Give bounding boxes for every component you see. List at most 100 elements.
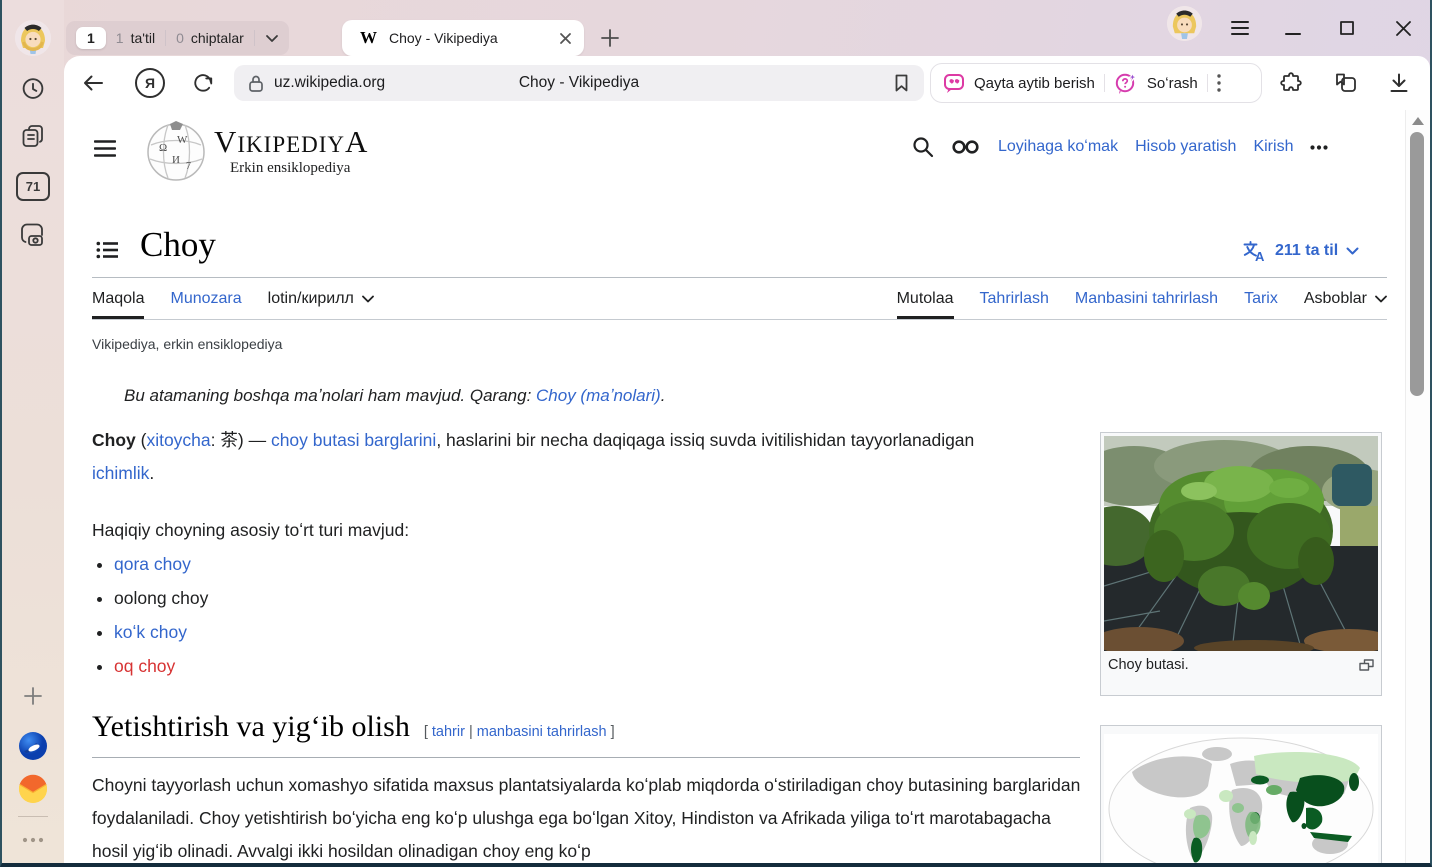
- tab-tahrirlash[interactable]: Tahrirlash: [980, 281, 1049, 319]
- edit-source-link[interactable]: manbasini tahrirlash: [477, 724, 607, 740]
- tab-mutolaa[interactable]: Mutolaa: [897, 281, 954, 319]
- sidebar-more-icon[interactable]: [20, 836, 46, 844]
- browser-menu-icon[interactable]: [1230, 0, 1250, 56]
- group-divider: [254, 30, 255, 46]
- tab-counter-badge[interactable]: 71: [16, 172, 50, 201]
- extensions-puzzle-icon[interactable]: [1279, 71, 1303, 95]
- window-close-button[interactable]: [1395, 0, 1412, 56]
- oolong-choy-text: oolong choy: [114, 588, 208, 608]
- tab-tarix[interactable]: Tarix: [1244, 281, 1278, 319]
- browser-toolbar: Я uz.wikipedia.org Choy - Vikipediya Qay…: [64, 56, 1430, 110]
- yandex-home-button[interactable]: Я: [135, 68, 165, 98]
- svg-text:A: A: [1255, 249, 1265, 263]
- toc-icon[interactable]: [96, 241, 119, 259]
- wiki-wordmark[interactable]: VIKIPEDIYA Erkin ensiklopediya: [214, 126, 368, 177]
- article-tab-row: Maqola Munozara lotin/кирилл Mutolaa Tah…: [92, 281, 1387, 320]
- pill-kebab-menu-icon[interactable]: [1217, 74, 1221, 92]
- language-selector[interactable]: A 211 ta til: [1242, 239, 1359, 263]
- retell-icon: [943, 73, 965, 94]
- downloads-icon[interactable]: [1388, 72, 1410, 94]
- kok-choy-link[interactable]: koʻk choy: [114, 622, 187, 642]
- profile-avatar[interactable]: [15, 20, 51, 56]
- choy-butasi-link[interactable]: choy butasi barglarini: [271, 430, 436, 450]
- list-item: koʻk choy: [114, 622, 208, 643]
- tab-groups: 1 1 ta'til 0 chiptalar: [66, 21, 289, 55]
- window-maximize-button[interactable]: [1339, 0, 1355, 56]
- toolbar-extensions: [1279, 71, 1410, 95]
- screenshot-camera-icon[interactable]: [19, 221, 47, 248]
- lock-icon[interactable]: [248, 74, 264, 93]
- appearance-glasses-icon[interactable]: [951, 139, 981, 155]
- profile-avatar-small[interactable]: [1167, 6, 1202, 41]
- tea-production-map-thumbnail: [1100, 725, 1382, 863]
- back-button[interactable]: [82, 73, 104, 93]
- group-divider: [165, 30, 166, 46]
- thumb-caption: Choy butasi.: [1108, 657, 1189, 673]
- scrollbar-thumb[interactable]: [1410, 132, 1424, 396]
- tools-label: Asboblar: [1304, 290, 1367, 308]
- oq-choy-redlink[interactable]: oq choy: [114, 656, 175, 676]
- collections-tag-icon[interactable]: [1333, 72, 1358, 95]
- url-text[interactable]: uz.wikipedia.org: [274, 74, 385, 92]
- tab-group-tatil[interactable]: 1 ta'til: [116, 30, 155, 46]
- retell-button[interactable]: Qayta aytib berish: [974, 75, 1095, 92]
- groups-chevron-down-icon[interactable]: [265, 34, 279, 43]
- list-item: oq choy: [114, 656, 208, 677]
- tab-munozara[interactable]: Munozara: [170, 281, 241, 319]
- section-edit-links: [ tahrir | manbasini tahrirlash ]: [424, 724, 615, 740]
- address-bar[interactable]: uz.wikipedia.org Choy - Vikipediya: [234, 65, 924, 101]
- window-minimize-button[interactable]: [1285, 0, 1301, 56]
- history-icon[interactable]: [21, 76, 46, 101]
- header-more-icon[interactable]: [1310, 145, 1328, 150]
- ichimlik-link[interactable]: ichimlik: [92, 463, 149, 483]
- tab-close-icon[interactable]: [559, 32, 572, 45]
- group-count: 0: [176, 30, 184, 46]
- tab-manbasini-tahrirlash[interactable]: Manbasini tahrirlash: [1075, 281, 1218, 319]
- hatnote-link[interactable]: Choy (maʼnolari): [536, 386, 661, 405]
- create-account-link[interactable]: Hisob yaratish: [1135, 138, 1236, 156]
- svg-text:W: W: [177, 134, 188, 146]
- enlarge-icon[interactable]: [1359, 659, 1374, 671]
- scroll-up-arrow[interactable]: [1412, 117, 1424, 125]
- hatnote-period: .: [661, 386, 666, 405]
- browser-tab-active[interactable]: W Choy - Vikipediya: [342, 20, 584, 56]
- tea-types-list: qora choy oolong choy koʻk choy oq choy: [92, 554, 208, 690]
- svg-text:7: 7: [186, 161, 191, 172]
- world-map-image[interactable]: [1104, 729, 1378, 863]
- reload-button[interactable]: [192, 72, 214, 94]
- wikipedia-favicon: W: [360, 28, 377, 48]
- search-icon[interactable]: [912, 136, 934, 158]
- translate-icon: A: [1242, 239, 1267, 263]
- hatnote: Bu atamaning boshqa maʼnolari ham mavjud…: [124, 386, 665, 406]
- browser-sidebar: 71: [2, 0, 64, 863]
- group-label: chiptalar: [191, 30, 244, 46]
- lead-bold-term: Choy: [92, 430, 136, 450]
- tab-maqola[interactable]: Maqola: [92, 281, 144, 319]
- ask-button[interactable]: Soʻrash: [1147, 75, 1198, 92]
- qora-choy-link[interactable]: qora choy: [114, 554, 191, 574]
- xitoycha-link[interactable]: xitoycha: [146, 430, 210, 450]
- bookmark-icon[interactable]: [893, 73, 910, 93]
- section-heading-row: Yetishtirish va yigʻib olish [ tahrir | …: [92, 712, 615, 742]
- tea-bush-image[interactable]: [1104, 436, 1378, 651]
- wiki-menu-icon[interactable]: [94, 140, 116, 157]
- tab-variant-selector[interactable]: lotin/кирилл: [268, 281, 374, 319]
- page-scrollbar[interactable]: [1405, 110, 1430, 863]
- login-link[interactable]: Kirish: [1253, 138, 1293, 156]
- edit-link[interactable]: tahrir: [432, 724, 465, 740]
- yandex-mail-icon[interactable]: [18, 774, 48, 804]
- donate-link[interactable]: Loyihaga koʻmak: [998, 138, 1118, 156]
- feed-pages-icon[interactable]: [20, 124, 47, 150]
- sidebar-add-icon[interactable]: [21, 684, 45, 708]
- yandex-browser-icon[interactable]: [18, 731, 48, 761]
- lead-paragraph: Choy (xitoycha: 茶) — choy butasi barglar…: [92, 424, 987, 490]
- pill-divider: [1104, 74, 1105, 92]
- tab-asboblar[interactable]: Asboblar: [1304, 281, 1387, 319]
- list-item: qora choy: [114, 554, 208, 575]
- tab-group-selected[interactable]: 1: [76, 27, 106, 49]
- tab-group-chiptalar[interactable]: 0 chiptalar: [176, 30, 244, 46]
- new-tab-button[interactable]: [598, 26, 622, 50]
- alice-ai-pill: Qayta aytib berish Soʻrash: [930, 63, 1262, 103]
- group-label: ta'til: [131, 30, 155, 46]
- wikipedia-globe-logo[interactable]: Ω W И 7: [144, 119, 208, 183]
